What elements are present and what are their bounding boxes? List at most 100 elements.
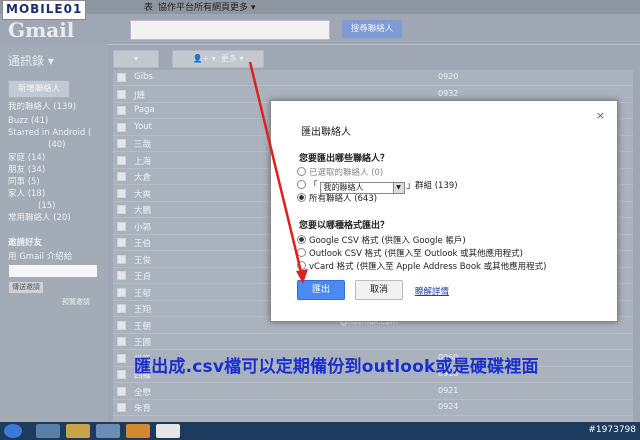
- radio-icon[interactable]: [297, 167, 306, 176]
- table-row[interactable]: Gibs 0920: [113, 70, 633, 86]
- contacts-title[interactable]: 通訊錄 ▾: [8, 52, 54, 69]
- sidebar-item-buzz[interactable]: Buzz (41): [8, 116, 48, 127]
- option-selected-contacts[interactable]: 已選取的聯絡人 (0): [297, 166, 383, 178]
- sidebar-item-family[interactable]: 家庭 (14): [8, 153, 45, 164]
- select-dropdown-button[interactable]: ▾: [113, 50, 159, 68]
- contact-name: 全懋: [134, 387, 152, 398]
- start-button-icon[interactable]: [4, 424, 22, 438]
- preview-invite-link[interactable]: 預覽邀請: [62, 297, 90, 308]
- sidebar-item-coworkers[interactable]: 同事 (5): [8, 177, 40, 188]
- sidebar-item-starred-android[interactable]: Starred in Android (: [8, 128, 91, 139]
- contact-name: 朱育: [134, 404, 152, 414]
- sidebar-item-relatives[interactable]: 家人 (18): [8, 189, 45, 200]
- media-player-icon[interactable]: [126, 424, 150, 438]
- row-checkbox[interactable]: [117, 353, 126, 363]
- contact-phone: 0920: [438, 72, 459, 81]
- row-checkbox[interactable]: [117, 89, 126, 99]
- nav-item[interactable]: 表: [144, 0, 153, 14]
- sidebar-item-friends[interactable]: 朋友 (34): [8, 165, 45, 176]
- radio-icon[interactable]: [297, 193, 306, 202]
- row-checkbox[interactable]: [117, 205, 126, 214]
- contact-name: Paga: [134, 105, 155, 115]
- contact-name: 王貞: [134, 272, 152, 282]
- nav-item-sites[interactable]: 協作平台: [158, 0, 194, 14]
- more-label: 更多 ▾: [220, 54, 244, 63]
- contact-name: 王翔: [134, 305, 152, 315]
- contact-name: 上海: [134, 156, 152, 167]
- row-checkbox[interactable]: [117, 304, 126, 313]
- option-label: 已選取的聯絡人 (0): [309, 168, 384, 178]
- table-row[interactable]: 全懋 0921: [113, 384, 633, 400]
- row-checkbox[interactable]: [117, 238, 126, 247]
- row-checkbox[interactable]: [117, 287, 126, 297]
- option-label: 所有聯絡人 (643): [309, 194, 378, 204]
- mobile01-logo: MOBILE01: [2, 0, 87, 20]
- row-checkbox[interactable]: [117, 122, 126, 132]
- radio-icon[interactable]: [297, 235, 306, 244]
- nav-item-more[interactable]: 更多 ▾: [230, 0, 255, 14]
- contact-name: Gibs: [134, 72, 153, 82]
- option-label: vCard 格式 (供匯入至 Apple Address Book 或其他應用程…: [309, 262, 547, 272]
- group-suffix: 」群組 (139): [406, 181, 458, 191]
- watermark: #1973798: [588, 425, 636, 435]
- sidebar-item-group[interactable]: (15): [38, 201, 55, 212]
- row-checkbox[interactable]: [117, 403, 126, 412]
- option-all-contacts[interactable]: 所有聯絡人 (643): [297, 192, 377, 204]
- new-contact-button[interactable]: 新增聯絡人: [8, 80, 70, 98]
- cancel-button[interactable]: 取消: [355, 280, 403, 300]
- learn-more-link[interactable]: 瞭解詳情: [415, 285, 449, 297]
- row-checkbox[interactable]: [117, 320, 126, 330]
- contact-name: J鍾: [134, 90, 146, 101]
- more-actions-button[interactable]: 👤+ ▾ 更多 ▾: [172, 50, 264, 68]
- taskbar-app-icon[interactable]: [36, 424, 60, 438]
- radio-icon[interactable]: [297, 180, 306, 189]
- folder-icon[interactable]: [66, 424, 90, 438]
- row-checkbox[interactable]: [117, 188, 126, 198]
- contact-name: 王俊: [134, 255, 152, 266]
- chrome-icon[interactable]: [156, 424, 180, 438]
- close-icon[interactable]: ×: [596, 109, 605, 122]
- sidebar-item-count[interactable]: (40): [48, 140, 65, 151]
- annotation-caption: 匯出成.csv檔可以定期備份到outlook或是硬碟裡面: [134, 357, 539, 377]
- sidebar-item-my-contacts[interactable]: 我的聯絡人 (139): [8, 102, 76, 113]
- format-vcard[interactable]: vCard 格式 (供匯入至 Apple Address Book 或其他應用程…: [297, 260, 546, 272]
- row-checkbox[interactable]: [117, 221, 126, 231]
- export-button[interactable]: 匯出: [297, 280, 345, 300]
- table-row[interactable]: 朱育 0924: [113, 400, 633, 416]
- chevron-down-icon: ▼: [392, 183, 404, 193]
- nav-item-pages[interactable]: 所有網頁: [194, 0, 230, 14]
- row-checkbox[interactable]: [117, 337, 126, 346]
- row-checkbox[interactable]: [117, 172, 126, 181]
- gmail-logo: Gmail: [8, 18, 75, 42]
- row-checkbox[interactable]: [117, 370, 126, 379]
- row-checkbox[interactable]: [117, 73, 126, 82]
- row-checkbox[interactable]: [117, 386, 126, 396]
- contact-name: 王郁: [134, 288, 152, 299]
- table-row[interactable]: 王圓: [113, 334, 633, 350]
- sidebar-item-frequent[interactable]: 常用聯絡人 (20): [8, 213, 71, 224]
- format-outlook-csv[interactable]: Outlook CSV 格式 (供匯入至 Outlook 或其他應用程式): [297, 247, 523, 259]
- radio-icon[interactable]: [297, 248, 306, 257]
- sidebar: [0, 44, 108, 424]
- search-input[interactable]: [130, 20, 330, 40]
- row-checkbox[interactable]: [117, 254, 126, 264]
- contact-name: 大爽: [134, 189, 152, 200]
- contact-name: 大鵬: [134, 206, 152, 216]
- row-checkbox[interactable]: [117, 155, 126, 165]
- radio-icon[interactable]: [297, 261, 306, 270]
- row-checkbox[interactable]: [117, 139, 126, 148]
- invite-title: 邀請好友: [8, 238, 43, 248]
- dialog-title: 匯出聯絡人: [301, 127, 351, 138]
- format-question: 您要以哪種格式匯出？: [299, 221, 390, 231]
- contact-name: 小郭: [134, 222, 152, 233]
- send-invite-button[interactable]: 傳送邀請: [8, 281, 44, 294]
- contact-name: 王圓: [134, 338, 152, 348]
- invite-email-input[interactable]: [8, 264, 98, 278]
- contact-phone: 0924: [438, 402, 459, 411]
- row-checkbox[interactable]: [117, 271, 126, 280]
- search-contacts-button[interactable]: 搜尋聯絡人: [342, 20, 402, 38]
- row-checkbox[interactable]: [117, 106, 126, 115]
- format-google-csv[interactable]: Google CSV 格式 (供匯入 Google 帳戶): [297, 234, 466, 246]
- taskbar-app-icon[interactable]: [96, 424, 120, 438]
- export-contacts-dialog: × 匯出聯絡人 您要匯出哪些聯絡人？ 已選取的聯絡人 (0) 「我的聯絡人 ▼ 」群…: [270, 100, 618, 322]
